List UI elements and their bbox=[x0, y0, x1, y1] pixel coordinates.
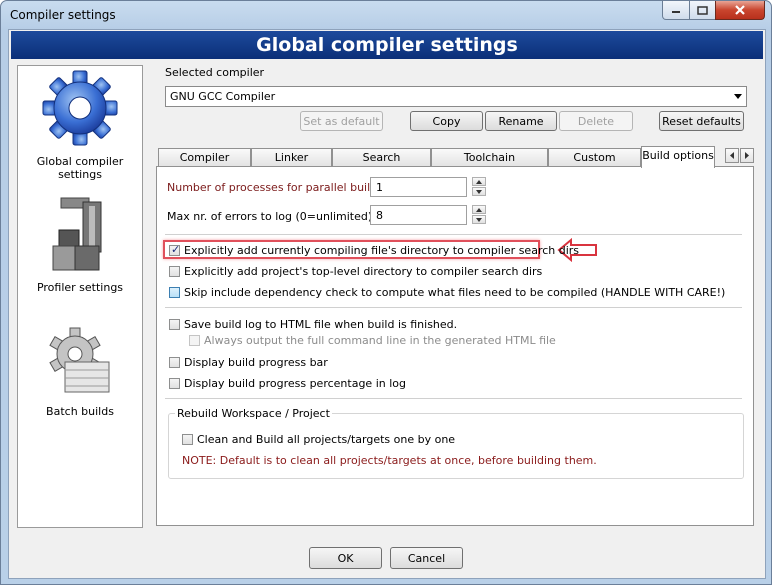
arrow-down-icon bbox=[476, 218, 482, 222]
delete-button[interactable]: Delete bbox=[559, 111, 633, 131]
checkbox-label: Display build progress bar bbox=[184, 356, 328, 369]
arrow-down-icon bbox=[476, 190, 482, 194]
rebuild-workspace-group: Rebuild Workspace / Project bbox=[168, 407, 744, 479]
checkbox-label: Always output the full command line in t… bbox=[204, 334, 556, 347]
set-as-default-button[interactable]: Set as default bbox=[300, 111, 383, 131]
checkbox-box[interactable] bbox=[189, 335, 200, 346]
max-errors-input[interactable]: 8 bbox=[370, 205, 467, 225]
checkbox-label: Explicitly add project's top-level direc… bbox=[184, 265, 543, 278]
checkbox-box[interactable] bbox=[169, 378, 180, 389]
progress-percentage-checkbox[interactable]: Display build progress percentage in log bbox=[169, 377, 406, 390]
copy-button[interactable]: Copy bbox=[410, 111, 483, 131]
page-title: Global compiler settings bbox=[11, 31, 763, 59]
max-errors-label: Max nr. of errors to log (0=unlimited): bbox=[167, 210, 376, 223]
arrow-up-icon bbox=[476, 208, 482, 212]
tab-scroll-left-button[interactable] bbox=[725, 148, 739, 163]
compiler-settings-window: Compiler settings Global compiler settin… bbox=[0, 0, 772, 585]
minimize-icon bbox=[672, 11, 680, 13]
stepper-down-button[interactable] bbox=[472, 215, 486, 224]
close-button[interactable] bbox=[715, 1, 765, 20]
checkbox-label: Skip include dependency check to compute… bbox=[184, 286, 726, 299]
tab-toolchain-executables[interactable]: Toolchain executables bbox=[431, 148, 548, 182]
max-errors-value: 8 bbox=[376, 209, 383, 222]
checkbox-box[interactable] bbox=[169, 287, 180, 298]
divider bbox=[165, 398, 742, 399]
tab-build-options[interactable]: Build options bbox=[641, 146, 715, 168]
parallel-builds-input[interactable]: 1 bbox=[370, 177, 467, 197]
compiler-select-value: GNU GCC Compiler bbox=[170, 90, 276, 103]
checkmark-icon: ✓ bbox=[171, 243, 181, 256]
divider bbox=[165, 307, 742, 308]
reset-defaults-button[interactable]: Reset defaults bbox=[659, 111, 744, 131]
checkbox-box[interactable] bbox=[169, 266, 180, 277]
gear-icon bbox=[42, 70, 118, 146]
tab-custom-variables[interactable]: Custom variables bbox=[548, 148, 641, 182]
category-list: Global compiler settings Profiler settin… bbox=[17, 65, 143, 528]
title-bar[interactable]: Compiler settings bbox=[1, 1, 771, 29]
checkbox-label: Display build progress percentage in log bbox=[184, 377, 406, 390]
ok-button[interactable]: OK bbox=[309, 547, 382, 569]
sidebar-item-global-compiler-settings[interactable]: Global compiler settings bbox=[18, 68, 142, 181]
sidebar-item-profiler-settings[interactable]: Profiler settings bbox=[18, 190, 142, 294]
checkbox-label: Save build log to HTML file when build i… bbox=[184, 318, 458, 331]
checkbox-box[interactable] bbox=[169, 319, 180, 330]
sidebar-item-label: Batch builds bbox=[46, 405, 114, 418]
maximize-button[interactable] bbox=[689, 1, 716, 20]
add-toplevel-dir-checkbox[interactable]: Explicitly add project's top-level direc… bbox=[169, 265, 542, 278]
tab-compiler-settings[interactable]: Compiler settings bbox=[158, 148, 251, 182]
selected-compiler-label: Selected compiler bbox=[165, 66, 265, 79]
stepper-up-button[interactable] bbox=[472, 205, 486, 214]
max-errors-stepper[interactable] bbox=[472, 205, 486, 225]
chevron-right-icon bbox=[745, 152, 749, 159]
checkbox-box[interactable] bbox=[169, 357, 180, 368]
skip-dependency-check-checkbox[interactable]: Skip include dependency check to compute… bbox=[169, 286, 725, 299]
sidebar-item-label: Global compiler settings bbox=[18, 155, 142, 181]
stepper-up-button[interactable] bbox=[472, 177, 486, 186]
divider bbox=[165, 234, 742, 235]
checkbox-box[interactable]: ✓ bbox=[169, 243, 181, 256]
minimize-button[interactable] bbox=[662, 1, 690, 20]
chevron-left-icon bbox=[730, 152, 734, 159]
add-current-dir-checkbox[interactable]: ✓ Explicitly add currently compiling fil… bbox=[169, 243, 580, 257]
stepper-down-button[interactable] bbox=[472, 187, 486, 196]
parallel-builds-stepper[interactable] bbox=[472, 177, 486, 197]
rebuild-note: NOTE: Default is to clean all projects/t… bbox=[182, 454, 597, 467]
full-command-line-checkbox[interactable]: Always output the full command line in t… bbox=[189, 334, 556, 347]
save-html-log-checkbox[interactable]: Save build log to HTML file when build i… bbox=[169, 318, 457, 331]
tab-scroll-right-button[interactable] bbox=[740, 148, 754, 163]
parallel-builds-value: 1 bbox=[376, 181, 383, 194]
chevron-down-icon bbox=[734, 94, 742, 99]
arrow-up-icon bbox=[476, 180, 482, 184]
checkbox-label: Explicitly add currently compiling file'… bbox=[184, 244, 580, 257]
batch-builds-icon bbox=[49, 327, 110, 393]
window-title: Compiler settings bbox=[10, 8, 116, 22]
clean-one-by-one-checkbox[interactable]: Clean and Build all projects/targets one… bbox=[182, 433, 455, 446]
progress-bar-checkbox[interactable]: Display build progress bar bbox=[169, 356, 328, 369]
parallel-builds-label: Number of processes for parallel builds: bbox=[167, 181, 387, 194]
maximize-icon bbox=[697, 5, 708, 15]
tab-search-directories[interactable]: Search directories bbox=[332, 148, 431, 182]
group-title: Rebuild Workspace / Project bbox=[175, 407, 332, 420]
compiler-select[interactable]: GNU GCC Compiler bbox=[165, 86, 747, 107]
profiler-icon bbox=[52, 197, 102, 271]
checkbox-box[interactable] bbox=[182, 434, 193, 445]
sidebar-item-label: Profiler settings bbox=[36, 281, 124, 294]
checkbox-label: Clean and Build all projects/targets one… bbox=[197, 433, 456, 446]
rename-button[interactable]: Rename bbox=[485, 111, 557, 131]
close-icon bbox=[735, 5, 745, 15]
cancel-button[interactable]: Cancel bbox=[390, 547, 463, 569]
tab-linker-settings[interactable]: Linker settings bbox=[251, 148, 332, 182]
sidebar-item-batch-builds[interactable]: Batch builds bbox=[18, 324, 142, 418]
